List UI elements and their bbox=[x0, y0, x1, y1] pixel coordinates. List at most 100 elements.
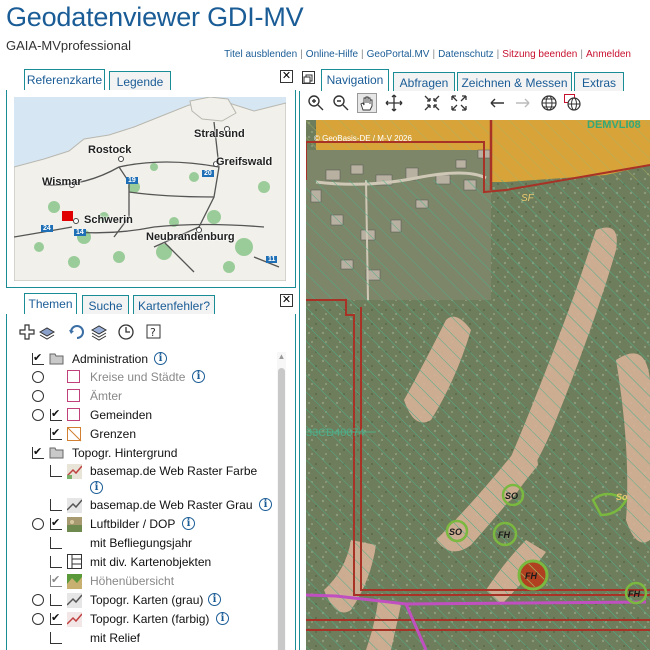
info-icon[interactable]: i bbox=[154, 352, 167, 365]
legend-swatch-icon bbox=[67, 408, 80, 421]
link-sitzung-beenden[interactable]: Sitzung beenden bbox=[502, 49, 577, 60]
tab-zeichnen-messen[interactable]: Zeichnen & Messen bbox=[457, 72, 572, 92]
info-icon[interactable]: i bbox=[182, 517, 195, 530]
checkbox-checked[interactable]: ✔ bbox=[32, 447, 44, 459]
link-geoportal[interactable]: GeoPortal.MV bbox=[367, 49, 430, 60]
tree-item-grenzen[interactable]: ✔ Grenzen bbox=[24, 425, 274, 443]
app-title: Geodatenviewer GDI-MV bbox=[6, 2, 304, 32]
tree-item-luftbilder[interactable]: ✔ Luftbilder / DOP i bbox=[24, 515, 274, 533]
zoom-out-icon[interactable] bbox=[332, 94, 350, 112]
link-anmelden[interactable]: Anmelden bbox=[586, 49, 631, 60]
boundary-swatch-icon bbox=[67, 427, 82, 442]
globe-icon[interactable] bbox=[540, 94, 558, 112]
tree-item-basemap-farbe[interactable]: basemap.de Web Raster Farbe i bbox=[24, 462, 274, 496]
map-view[interactable]: © GeoBasis-DE / M-V 2026 DEMVLI08 SF 33C… bbox=[306, 120, 650, 650]
header-links: Titel ausblenden | Online-Hilfe | GeoPortal.… bbox=[224, 49, 631, 60]
close-icon[interactable]: ✕ bbox=[280, 294, 293, 307]
tree-label: mit Relief bbox=[90, 631, 141, 645]
city-label: Greifswald bbox=[216, 156, 273, 168]
link-titel-ausblenden[interactable]: Titel ausblenden bbox=[224, 49, 297, 60]
reference-map[interactable]: Stralsund Rostock Greifswald Wismar Schw… bbox=[14, 97, 286, 281]
link-datenschutz[interactable]: Datenschutz bbox=[438, 49, 494, 60]
layers-stack-icon[interactable] bbox=[90, 323, 108, 341]
info-icon[interactable]: i bbox=[90, 481, 103, 494]
tree-item-topo-farbig[interactable]: ✔ Topogr. Karten (farbig) i bbox=[24, 610, 274, 628]
tree-label: Administration bbox=[72, 352, 149, 366]
checkbox-empty[interactable] bbox=[50, 537, 62, 549]
pan-hand-icon[interactable] bbox=[357, 93, 377, 113]
checkbox-empty[interactable] bbox=[50, 390, 62, 402]
tree-item-basemap-grau[interactable]: basemap.de Web Raster Grau i bbox=[24, 496, 274, 514]
tab-themen[interactable]: Themen bbox=[24, 293, 77, 316]
layer-tree-scrollbar[interactable]: ▲ bbox=[277, 352, 286, 650]
radio-button[interactable] bbox=[32, 518, 44, 530]
tree-label: Topogr. Karten (grau) bbox=[90, 593, 204, 607]
zoom-full-icon[interactable] bbox=[423, 94, 441, 112]
tree-item-aemter[interactable]: Ämter bbox=[24, 387, 274, 405]
tree-item-befliegungsjahr[interactable]: mit Befliegungsjahr bbox=[24, 534, 274, 552]
checkbox-checked[interactable]: ✔ bbox=[50, 518, 62, 530]
radio-button[interactable] bbox=[32, 390, 44, 402]
restore-window-icon[interactable] bbox=[302, 71, 315, 84]
topo-color-icon bbox=[67, 612, 82, 627]
tab-navigation[interactable]: Navigation bbox=[321, 69, 389, 92]
tab-extras[interactable]: Extras bbox=[574, 72, 624, 92]
info-icon[interactable]: i bbox=[259, 498, 272, 511]
city-label: Neubrandenburg bbox=[146, 231, 235, 243]
checkbox-checked[interactable]: ✔ bbox=[50, 613, 62, 625]
checkbox-empty[interactable] bbox=[50, 556, 62, 568]
checkbox-checked[interactable]: ✔ bbox=[50, 409, 62, 421]
tree-label: Ämter bbox=[90, 389, 123, 403]
checkbox-checked[interactable]: ✔ bbox=[32, 353, 44, 365]
radio-button[interactable] bbox=[32, 371, 44, 383]
tab-abfragen[interactable]: Abfragen bbox=[393, 72, 455, 92]
radio-button[interactable] bbox=[32, 594, 44, 606]
tree-item-topo-grau[interactable]: Topogr. Karten (grau) i bbox=[24, 591, 274, 609]
tree-item-kartenobjekte[interactable]: mit div. Kartenobjekten bbox=[24, 553, 274, 571]
checkbox-checked[interactable]: ✔ bbox=[50, 428, 62, 440]
info-icon[interactable]: i bbox=[208, 593, 221, 606]
tab-referenzkarte[interactable]: Referenzkarte bbox=[24, 69, 105, 92]
map-label: SO bbox=[505, 491, 518, 501]
raster-map-icon bbox=[67, 464, 82, 479]
add-layer-icon[interactable] bbox=[18, 323, 36, 341]
info-icon[interactable]: i bbox=[192, 370, 205, 383]
zoom-in-icon[interactable] bbox=[307, 94, 325, 112]
tab-legende[interactable]: Legende bbox=[109, 71, 171, 91]
info-icon[interactable]: i bbox=[216, 612, 229, 625]
checkbox-empty[interactable] bbox=[50, 594, 62, 606]
radio-button[interactable] bbox=[32, 613, 44, 625]
raster-map-grey-icon bbox=[67, 498, 82, 513]
checkbox-checked[interactable]: ✔ bbox=[50, 575, 62, 587]
move-icon[interactable] bbox=[385, 94, 403, 112]
zoom-extent-icon[interactable] bbox=[450, 94, 468, 112]
road-badge: 24 bbox=[41, 225, 53, 232]
tree-item-kreise[interactable]: Kreise und Städte i bbox=[24, 368, 274, 386]
checkbox-empty[interactable] bbox=[50, 632, 62, 644]
scroll-thumb[interactable] bbox=[278, 368, 285, 650]
checkbox-empty[interactable] bbox=[50, 465, 62, 477]
globe-select-icon[interactable] bbox=[564, 94, 582, 112]
forward-icon[interactable] bbox=[514, 94, 532, 112]
map-copyright: © GeoBasis-DE / M-V 2026 bbox=[314, 134, 412, 143]
tree-item-topo-hintergrund[interactable]: ✔ Topogr. Hintergrund bbox=[24, 444, 274, 462]
tab-kartenfehler[interactable]: Kartenfehler? bbox=[133, 295, 215, 315]
tree-item-relief[interactable]: mit Relief bbox=[24, 629, 274, 647]
tree-item-hoehenuebersicht[interactable]: ✔ Höhenübersicht bbox=[24, 572, 274, 590]
link-online-hilfe[interactable]: Online-Hilfe bbox=[306, 49, 358, 60]
close-icon[interactable]: ✕ bbox=[280, 70, 293, 83]
tree-label: basemap.de Web Raster Grau bbox=[90, 498, 253, 512]
back-icon[interactable] bbox=[488, 94, 506, 112]
refresh-icon[interactable] bbox=[68, 323, 86, 341]
clock-icon[interactable] bbox=[117, 323, 135, 341]
radio-button[interactable] bbox=[32, 409, 44, 421]
scroll-up-arrow-icon[interactable]: ▲ bbox=[277, 352, 286, 361]
checkbox-empty[interactable] bbox=[50, 371, 62, 383]
layers-icon[interactable] bbox=[38, 323, 56, 341]
checkbox-empty[interactable] bbox=[50, 499, 62, 511]
help-icon[interactable]: ? bbox=[145, 323, 163, 341]
tree-label: Topogr. Hintergrund bbox=[72, 446, 178, 460]
tree-item-gemeinden[interactable]: ✔ Gemeinden bbox=[24, 406, 274, 424]
tab-suche[interactable]: Suche bbox=[82, 295, 129, 315]
tree-item-administration[interactable]: ✔ Administration i bbox=[24, 350, 274, 368]
